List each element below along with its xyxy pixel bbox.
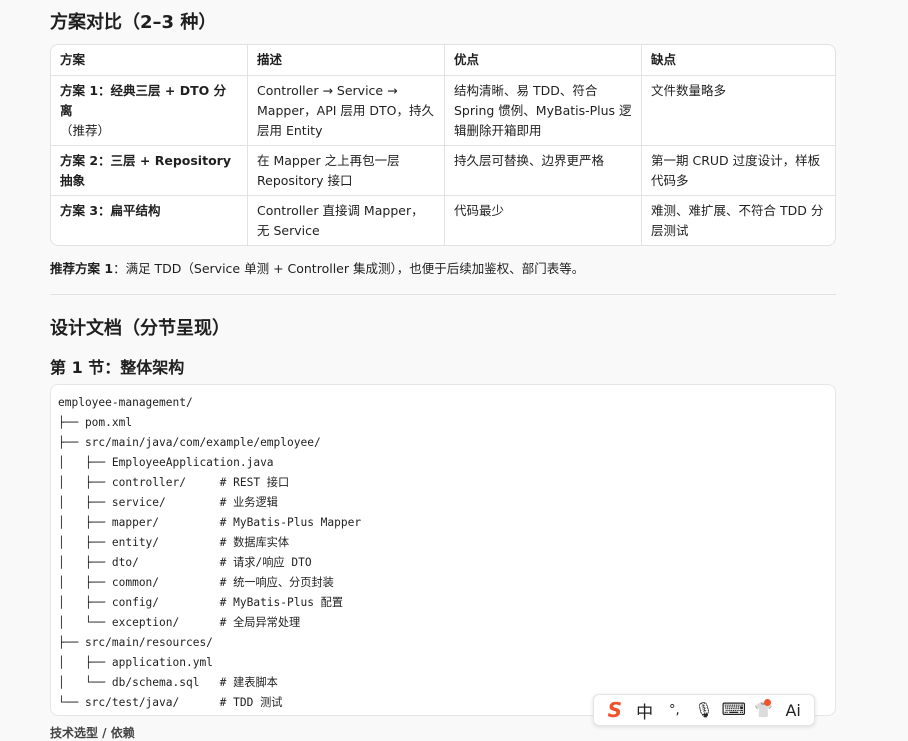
code-block-directory-tree[interactable]: employee-management/ ├── pom.xml ├── src/m… (50, 384, 836, 716)
next-heading-partial: 技术选型 / 依赖 (50, 726, 135, 740)
code-line: │ ├── config/ # MyBatis-Plus 配置 (58, 596, 344, 609)
chinese-mode-icon[interactable]: 中 (630, 696, 660, 724)
table-row: 方案 3：扁平结构 Controller 直接调 Mapper，无 Servic… (51, 196, 835, 245)
chinese-mode-icon-glyph: 中 (636, 702, 654, 723)
plan-name: 方案 2：三层 + Repository 抽象 (60, 153, 231, 188)
section-title-design-doc: 设计文档（分节呈现） (50, 318, 230, 339)
code-line: │ ├── common/ # 统一响应、分页封装 (58, 576, 334, 589)
table-cell-cons: 第一期 CRUD 过度设计，样板代码多 (642, 146, 835, 196)
punctuation-icon[interactable]: °, (659, 696, 689, 724)
recommendation-label: 推荐方案 1 (50, 261, 114, 276)
code-line: │ ├── dto/ # 请求/响应 DTO (58, 556, 312, 569)
subsection-title-architecture: 第 1 节：整体架构 (50, 358, 185, 377)
table-header-cell: 方案 (51, 45, 248, 76)
microphone-icon-glyph: 🎙 (694, 701, 714, 719)
section-divider (50, 294, 836, 295)
plan-name: 方案 3：扁平结构 (60, 203, 161, 218)
sogou-logo-icon-glyph: S (607, 698, 623, 722)
ime-toolbar[interactable]: S 中 °, 🎙 ⌨ 👕 Ai (593, 694, 815, 726)
table-cell-cons: 难测、难扩展、不符合 TDD 分层测试 (651, 203, 824, 238)
table-cell-plan: 方案 2：三层 + Repository 抽象 (51, 146, 248, 196)
code-line: │ ├── EmployeeApplication.java (58, 456, 274, 469)
keyboard-icon-glyph: ⌨ (721, 700, 746, 720)
table-header-row: 方案 描述 优点 缺点 (51, 45, 835, 76)
microphone-icon[interactable]: 🎙 (689, 696, 719, 724)
table-cell-desc: 在 Mapper 之上再包一层 Repository 接口 (248, 146, 445, 196)
code-line: │ ├── application.yml (58, 656, 213, 669)
code-line: │ ├── controller/ # REST 接口 (58, 476, 290, 489)
ai-assistant-icon[interactable]: Ai (778, 696, 808, 724)
table-cell-pros: 持久层可替换、边界更严格 (445, 146, 642, 196)
table-header-cell: 描述 (248, 45, 445, 76)
table-cell-cons: 文件数量略多 (642, 76, 835, 146)
plan-note: （推荐） (60, 123, 111, 138)
table-cell-desc: Controller 直接调 Mapper，无 Service (248, 196, 445, 245)
table-cell-desc: Controller → Service → Mapper，API 层用 DTO… (248, 76, 445, 146)
table-cell-plan: 方案 3：扁平结构 (51, 196, 248, 245)
keyboard-icon[interactable]: ⌨ (719, 696, 749, 724)
code-line: ├── src/main/resources/ (58, 636, 213, 649)
recommendation-body: ：满足 TDD（Service 单测 + Controller 集成测），也便于… (113, 261, 585, 276)
table-cell-pros: 结构清晰、易 TDD、符合 Spring 惯例、MyBatis-Plus 逻辑删… (445, 76, 642, 146)
table-row: 方案 1：经典三层 + DTO 分离 （推荐） Controller → Serv… (51, 76, 835, 146)
section-title-comparison: 方案对比（2–3 种） (50, 12, 217, 33)
table-header-cell: 缺点 (642, 45, 835, 76)
code-line: │ └── db/schema.sql # 建表脚本 (58, 676, 278, 689)
comparison-table: 方案 描述 优点 缺点 方案 1：经典三层 + DTO 分离 （推荐） Contr… (50, 44, 836, 246)
code-line: │ ├── service/ # 业务逻辑 (58, 496, 278, 509)
code-line: ├── pom.xml (58, 416, 133, 429)
code-line: │ ├── mapper/ # MyBatis-Plus Mapper (58, 516, 362, 529)
code-line: ├── src/main/java/com/example/employee/ (58, 436, 321, 449)
code-line: employee-management/ (58, 396, 193, 409)
recommendation-text: 推荐方案 1：满足 TDD（Service 单测 + Controller 集成… (50, 259, 836, 279)
code-line: │ ├── entity/ # 数据库实体 (58, 536, 290, 549)
table-header-cell: 优点 (445, 45, 642, 76)
plan-name: 方案 1：经典三层 + DTO 分离 (60, 83, 227, 118)
table-cell-plan: 方案 1：经典三层 + DTO 分离 （推荐） (51, 76, 248, 146)
skin-shirt-icon[interactable]: 👕 (749, 696, 779, 724)
code-line: │ └── exception/ # 全局异常处理 (58, 616, 301, 629)
ai-assistant-icon-glyph: Ai (785, 700, 801, 720)
table-row: 方案 2：三层 + Repository 抽象 在 Mapper 之上再包一层 … (51, 146, 835, 196)
sogou-logo-icon[interactable]: S (600, 696, 630, 724)
punctuation-icon-glyph: °, (668, 702, 680, 718)
table-cell-pros: 代码最少 (445, 196, 642, 245)
